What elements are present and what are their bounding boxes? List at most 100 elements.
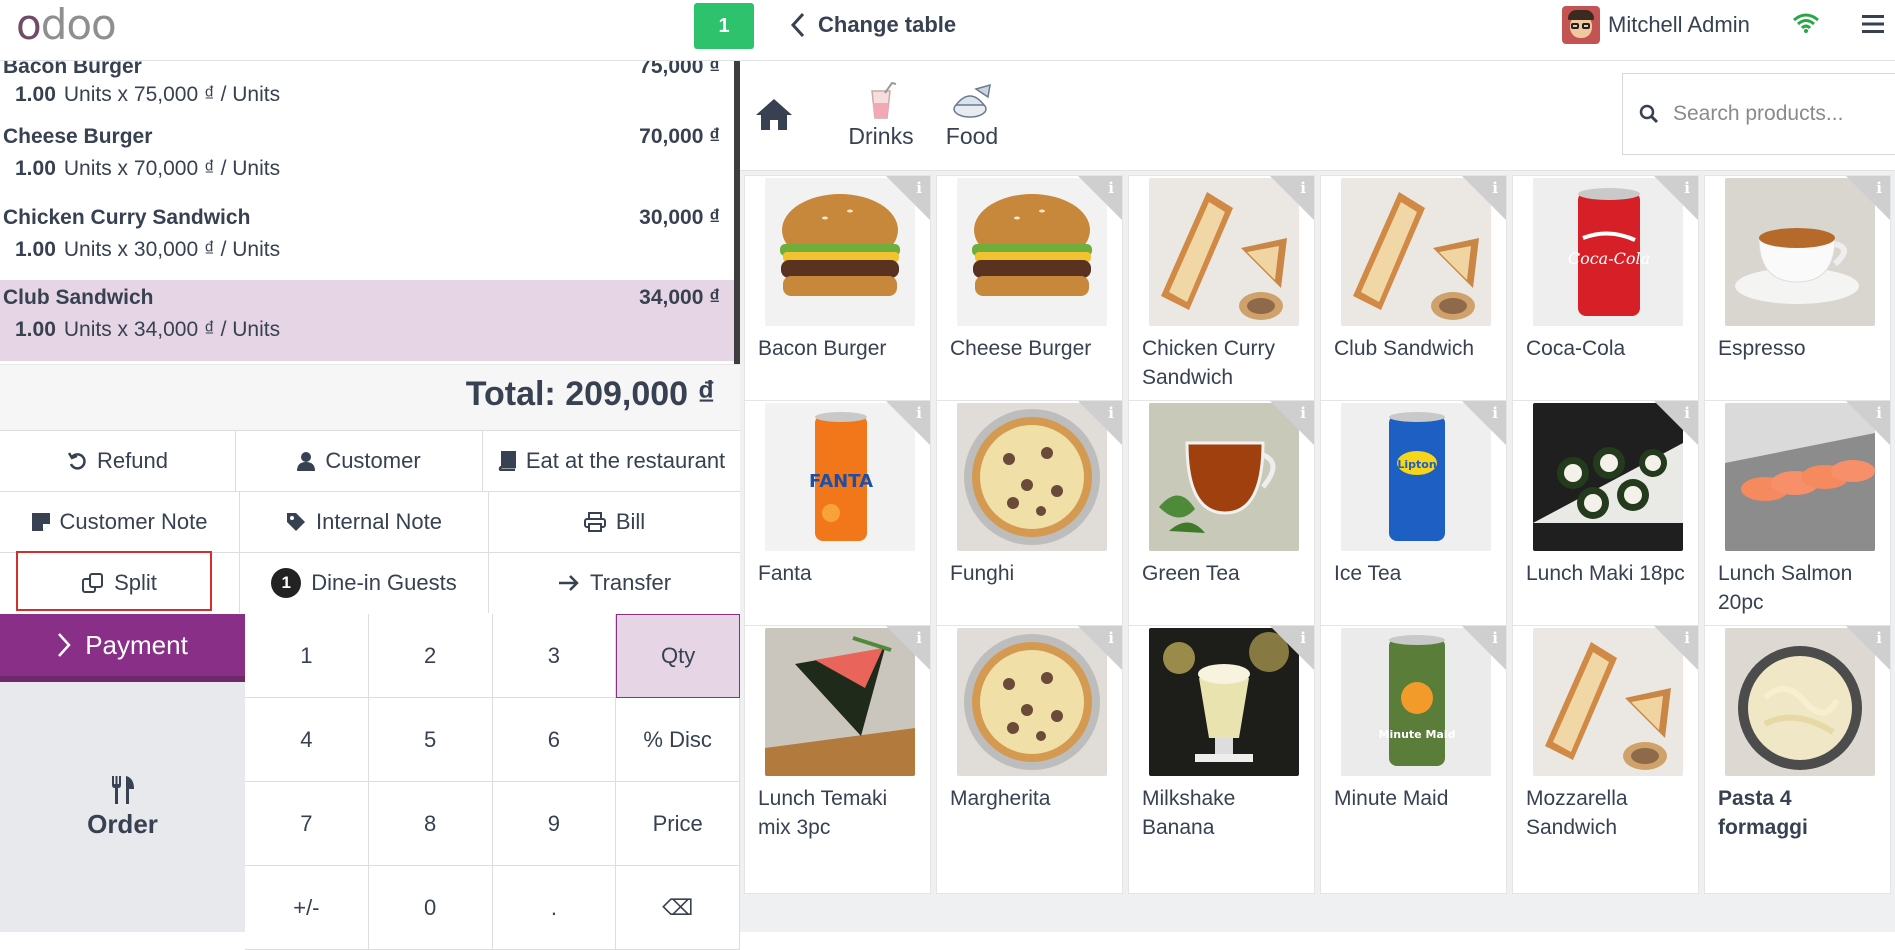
- dine-in-guests-button[interactable]: 1 Dine-in Guests: [240, 553, 489, 613]
- product-info-tag[interactable]: [1270, 626, 1314, 670]
- numpad-plus-minus[interactable]: +/-: [245, 866, 369, 950]
- order-line-detail: 1.00 Units x 30,000 ₫ / Units: [15, 237, 281, 261]
- eat-at-restaurant-button[interactable]: Eat at the restaurant: [483, 431, 740, 491]
- info-icon[interactable]: i: [1492, 404, 1498, 422]
- product-info-tag[interactable]: [886, 401, 930, 445]
- change-table-button[interactable]: Change table: [790, 10, 956, 40]
- odoo-logo[interactable]: odoo: [16, 3, 117, 47]
- order-line-name: Club Sandwich: [3, 286, 154, 309]
- info-icon[interactable]: i: [1876, 404, 1882, 422]
- product-info-tag[interactable]: [1846, 626, 1890, 670]
- product-info-tag[interactable]: [1270, 176, 1314, 220]
- numpad-qty-mode[interactable]: Qty: [616, 614, 740, 698]
- product-card[interactable]: i Pasta 4 formaggi: [1704, 625, 1891, 894]
- customer-button[interactable]: Customer: [236, 431, 483, 491]
- info-icon[interactable]: i: [1876, 629, 1882, 647]
- info-icon[interactable]: i: [1300, 629, 1306, 647]
- numpad-key-1[interactable]: 1: [245, 614, 369, 698]
- product-info-tag[interactable]: [1846, 176, 1890, 220]
- product-card[interactable]: i Lunch Temaki mix 3pc: [744, 625, 931, 894]
- info-icon[interactable]: i: [1684, 179, 1690, 197]
- product-info-tag[interactable]: [1462, 626, 1506, 670]
- product-info-tag[interactable]: [1654, 401, 1698, 445]
- top-bar: odoo 1 Change table Mitchell Admin: [0, 0, 1895, 61]
- table-number-badge[interactable]: 1: [694, 3, 754, 49]
- info-icon[interactable]: i: [916, 179, 922, 197]
- payment-label: Payment: [85, 629, 188, 660]
- numpad-key-3[interactable]: 3: [492, 614, 617, 698]
- numpad-key-7[interactable]: 7: [245, 782, 369, 866]
- product-info-tag[interactable]: [886, 626, 930, 670]
- product-info-tag[interactable]: [1654, 626, 1698, 670]
- order-line-selected[interactable]: Club Sandwich 34,000 ₫ 1.00 Units x 34,00…: [0, 280, 734, 361]
- product-info-tag[interactable]: [1270, 401, 1314, 445]
- product-card[interactable]: i Milkshake Banana: [1128, 625, 1315, 894]
- numpad-key-6[interactable]: 6: [492, 698, 617, 782]
- transfer-button[interactable]: Transfer: [489, 553, 740, 613]
- product-info-tag[interactable]: [1078, 626, 1122, 670]
- product-info-tag[interactable]: [886, 176, 930, 220]
- order-label: Order: [87, 808, 158, 839]
- product-name: Milkshake Banana: [1142, 787, 1236, 839]
- refund-button[interactable]: Refund: [0, 431, 236, 491]
- order-line-detail: 1.00 Units x 34,000 ₫ / Units: [15, 318, 281, 341]
- info-icon[interactable]: i: [1108, 629, 1114, 647]
- info-icon[interactable]: i: [1108, 179, 1114, 197]
- numpad-key-5[interactable]: 5: [368, 698, 493, 782]
- info-icon[interactable]: i: [1684, 629, 1690, 647]
- bill-button[interactable]: Bill: [489, 492, 740, 552]
- product-info-tag[interactable]: [1462, 176, 1506, 220]
- product-name: Club Sandwich: [1334, 337, 1475, 360]
- numpad-decimal[interactable]: .: [492, 866, 617, 950]
- product-info-tag[interactable]: [1654, 176, 1698, 220]
- payment-button[interactable]: Payment: [0, 614, 245, 682]
- tag-icon: [287, 513, 306, 531]
- info-icon[interactable]: i: [1684, 404, 1690, 422]
- numpad-discount-mode[interactable]: % Disc: [616, 698, 740, 782]
- order-line-price: 70,000 ₫: [639, 125, 720, 148]
- product-card[interactable]: Minute Maid i Minute Maid: [1320, 625, 1507, 894]
- hamburger-menu-icon[interactable]: [1862, 14, 1884, 34]
- split-button[interactable]: Split: [0, 553, 240, 613]
- user-menu[interactable]: Mitchell Admin: [1562, 6, 1750, 44]
- arrow-right-icon: [558, 575, 579, 591]
- product-info-tag[interactable]: [1078, 176, 1122, 220]
- info-icon[interactable]: i: [916, 629, 922, 647]
- home-icon[interactable]: [754, 97, 794, 131]
- product-name: Funghi: [950, 562, 1015, 585]
- product-card[interactable]: i Mozzarella Sandwich: [1512, 625, 1699, 894]
- numpad-backspace[interactable]: ⌫: [616, 866, 740, 950]
- info-icon[interactable]: i: [1300, 179, 1306, 197]
- bill-label: Bill: [615, 509, 646, 534]
- numpad-key-0[interactable]: 0: [368, 866, 493, 950]
- info-icon[interactable]: i: [1876, 179, 1882, 197]
- info-icon[interactable]: i: [1492, 629, 1498, 647]
- internal-note-label: Internal Note: [316, 509, 442, 534]
- info-icon[interactable]: i: [1492, 179, 1498, 197]
- product-info-tag[interactable]: [1462, 401, 1506, 445]
- category-drinks[interactable]: Drinks: [836, 81, 926, 150]
- order-button[interactable]: Order: [0, 682, 245, 932]
- customer-note-button[interactable]: Customer Note: [0, 492, 240, 552]
- product-name: Lunch Temaki mix 3pc: [758, 787, 888, 839]
- numpad-key-8[interactable]: 8: [368, 782, 493, 866]
- order-line[interactable]: Chicken Curry Sandwich 30,000 ₫ 1.00 Unit…: [0, 200, 734, 281]
- numpad-key-4[interactable]: 4: [245, 698, 369, 782]
- info-icon[interactable]: i: [916, 404, 922, 422]
- product-info-tag[interactable]: [1078, 401, 1122, 445]
- info-icon[interactable]: i: [1108, 404, 1114, 422]
- internal-note-button[interactable]: Internal Note: [240, 492, 489, 552]
- order-line-price: 75,000 ₫: [639, 61, 720, 78]
- order-line[interactable]: Bacon Burger 75,000 ₫ 1.00 Units x 75,000…: [0, 61, 734, 119]
- numpad-price-mode[interactable]: Price: [616, 782, 740, 866]
- category-drinks-label: Drinks: [848, 123, 914, 149]
- order-line[interactable]: Cheese Burger 70,000 ₫ 1.00 Units x 70,00…: [0, 119, 734, 200]
- search-products-input[interactable]: Search products...: [1622, 73, 1895, 155]
- product-info-tag[interactable]: [1846, 401, 1890, 445]
- product-card[interactable]: i Margherita: [936, 625, 1123, 894]
- numpad-key-2[interactable]: 2: [368, 614, 493, 698]
- svg-text:Lipton: Lipton: [1397, 458, 1436, 471]
- category-food[interactable]: Food: [927, 81, 1017, 150]
- info-icon[interactable]: i: [1300, 404, 1306, 422]
- numpad-key-9[interactable]: 9: [492, 782, 617, 866]
